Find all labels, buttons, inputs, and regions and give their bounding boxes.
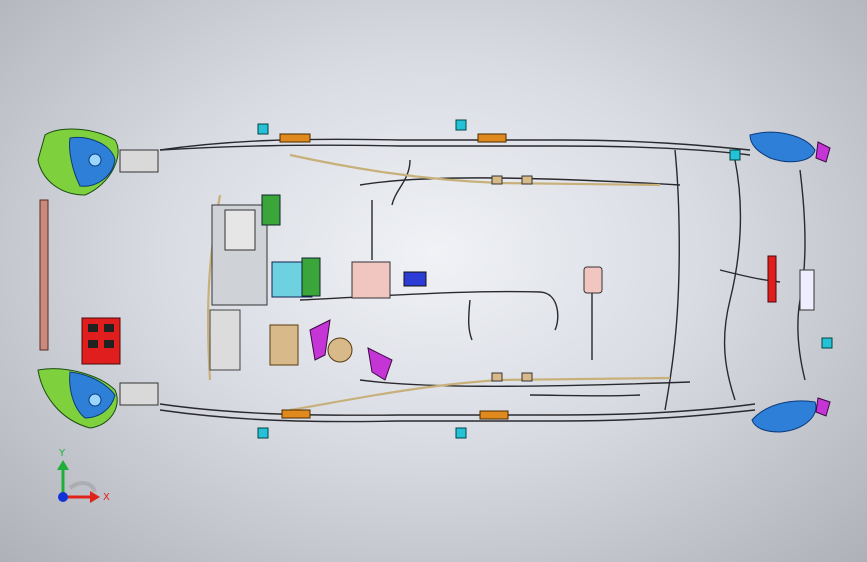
fuse-box-red [81, 317, 121, 365]
x-axis-label: X [103, 492, 110, 503]
center-module-pink [351, 261, 391, 299]
module-front-upper [119, 149, 159, 173]
taillamp-rear-left [749, 131, 831, 163]
engine-bay-assembly [209, 194, 353, 371]
front-bumper-beam [39, 199, 49, 351]
coordinate-triad: Y X [57, 448, 110, 503]
headlamp-front-right [37, 368, 118, 429]
center-module-blue [403, 271, 427, 287]
connector-clusters [257, 119, 833, 439]
taillamp-rear-right [751, 397, 831, 433]
bracket-magenta [367, 347, 393, 381]
rear-bracket-white [799, 269, 815, 311]
y-axis-label: Y [58, 448, 66, 459]
rear-module-pink [583, 266, 603, 294]
cad-harness-viewport[interactable]: Y X [0, 0, 867, 562]
high-mount-stop-lamp [767, 255, 777, 303]
headlamp-front-left [37, 128, 119, 196]
module-front-lower [119, 382, 159, 406]
